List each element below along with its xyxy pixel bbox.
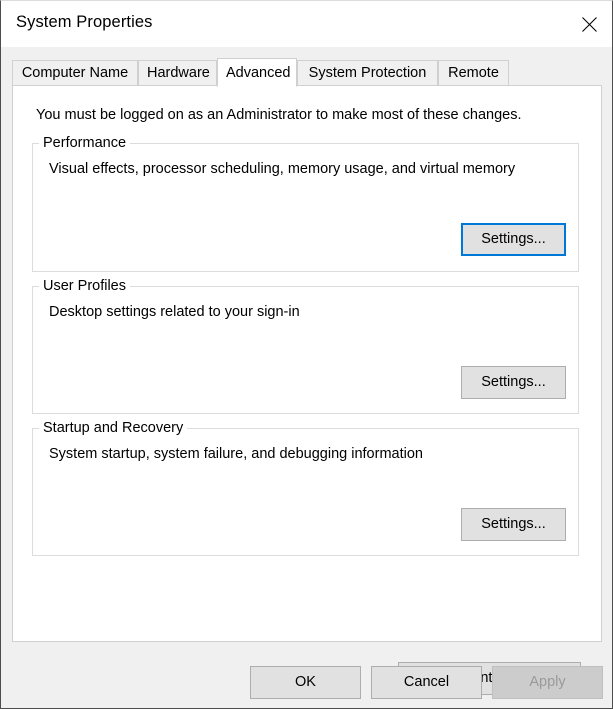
tab-computer-name[interactable]: Computer Name [12,60,138,85]
ok-button[interactable]: OK [250,666,361,699]
tab-system-protection[interactable]: System Protection [297,60,438,85]
startup-recovery-settings-button[interactable]: Settings... [461,508,566,541]
administrator-note: You must be logged on as an Administrato… [36,107,522,123]
tab-remote[interactable]: Remote [438,60,509,85]
title-bar: System Properties [1,1,612,47]
performance-group: Performance Visual effects, processor sc… [32,143,579,272]
window-title: System Properties [16,13,153,32]
close-icon [582,17,597,32]
tab-advanced[interactable]: Advanced [217,58,297,87]
apply-button: Apply [492,666,603,699]
performance-group-description: Visual effects, processor scheduling, me… [49,161,515,177]
user-profiles-settings-button[interactable]: Settings... [461,366,566,399]
close-button[interactable] [566,1,612,47]
tab-strip: Computer Name Hardware Advanced System P… [12,58,602,86]
user-profiles-group: User Profiles Desktop settings related t… [32,286,579,414]
performance-group-legend: Performance [39,135,130,151]
user-profiles-group-description: Desktop settings related to your sign-in [49,304,300,320]
system-properties-dialog: System Properties Computer Name Hardware… [0,0,613,709]
cancel-button[interactable]: Cancel [371,666,482,699]
user-profiles-group-legend: User Profiles [39,278,130,294]
startup-recovery-group: Startup and Recovery System startup, sys… [32,428,579,556]
startup-recovery-group-legend: Startup and Recovery [39,420,187,436]
advanced-tab-panel: You must be logged on as an Administrato… [12,85,602,642]
tab-hardware[interactable]: Hardware [138,60,217,85]
performance-settings-button[interactable]: Settings... [461,223,566,256]
startup-recovery-group-description: System startup, system failure, and debu… [49,446,423,462]
